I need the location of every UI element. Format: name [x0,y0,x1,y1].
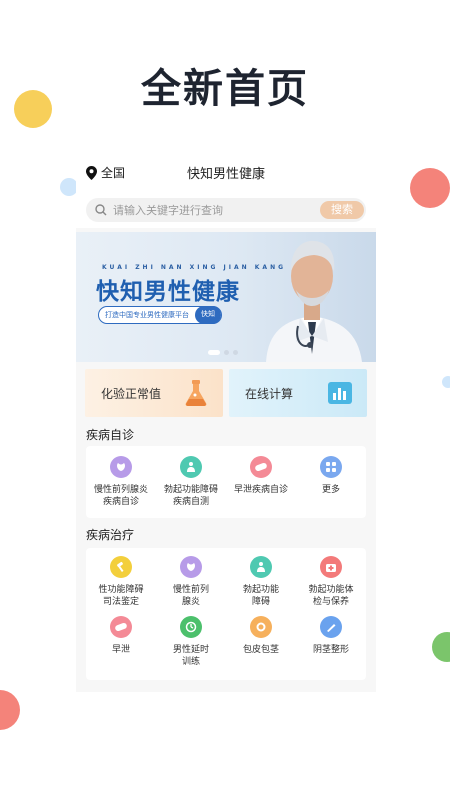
page-headline: 全新首页 [141,66,309,112]
treat-delay-training[interactable]: 男性延时 训练 [156,616,226,668]
treatment-card: 性功能障碍 司法鉴定 慢性前列 腺炎 勃起功能 障碍 勃起功能体 检与保养 早泄… [86,548,366,680]
self-diag-pe[interactable]: 早泄疾病自诊 [226,456,296,496]
treat-prostatitis[interactable]: 慢性前列 腺炎 [156,556,226,608]
gland-icon [180,556,202,578]
timer-icon [180,616,202,638]
flask-icon [185,380,207,406]
grid-label: 勃起功能 障碍 [242,585,279,607]
grid-label: 慢性前列腺炎 疾病自诊 [93,485,148,507]
treatment-title: 疾病治疗 [86,528,135,542]
search-bar: 搜索 [76,192,376,228]
gland-icon [110,456,132,478]
search-input[interactable] [113,203,303,217]
treat-ed[interactable]: 勃起功能 障碍 [226,556,296,608]
banner-tagline: 打造中国专业男性健康平台 快知 [98,306,222,324]
grid-label: 男性延时 训练 [172,645,209,667]
chart-icon [328,382,352,404]
grid-label: 早泄疾病自诊 [233,485,288,495]
search-icon [95,204,107,216]
grid-label: 早泄 [111,645,130,655]
grid-label: 性功能障碍 司法鉴定 [98,585,144,607]
pill-icon [110,616,132,638]
grid-label: 阴茎整形 [312,645,349,655]
decor-dot-coral-bottom [0,690,20,730]
treat-pe[interactable]: 早泄 [86,616,156,656]
ring-icon [250,616,272,638]
search-box[interactable]: 搜索 [86,198,366,222]
app-title: 快知男性健康 [186,167,265,182]
self-diag-more[interactable]: 更多 [296,456,366,496]
quick-link-online-calc[interactable]: 在线计算 [229,369,367,417]
medkit-icon [320,556,342,578]
pill-icon [250,456,272,478]
grid-more-icon [320,456,342,478]
decor-dot-lightblue-right [442,376,450,388]
grid-label: 包皮包茎 [242,645,279,655]
treat-phimosis[interactable]: 包皮包茎 [226,616,296,656]
grid-label: 勃起功能障碍 疾病自测 [163,485,218,507]
body-icon [180,456,202,478]
banner-tagline-text: 打造中国专业男性健康平台 [105,311,189,319]
promo-banner[interactable]: KUAI ZHI NAN XING JIAN KANG 快知男性健康 打造中国专… [76,232,376,362]
grid-label: 更多 [321,485,340,495]
quick-link-label: 化验正常值 [101,387,162,401]
decor-dot-coral-top [410,168,450,208]
treat-checkup[interactable]: 勃起功能体 检与保养 [296,556,366,608]
treat-forensic[interactable]: 性功能障碍 司法鉴定 [86,556,156,608]
banner-title: 快知男性健康 [96,279,240,305]
self-diagnosis-title: 疾病自诊 [86,428,135,442]
search-button[interactable]: 搜索 [320,201,364,219]
body-icon [250,556,272,578]
scalpel-icon [320,616,342,638]
app-screen: 全国 快知男性健康 搜索 KUAI ZHI NAN XING JIAN KANG… [76,152,376,692]
grid-label: 勃起功能体 检与保养 [308,585,354,607]
quick-link-label: 在线计算 [245,387,294,401]
self-diagnosis-card: 慢性前列腺炎 疾病自诊 勃起功能障碍 疾病自测 早泄疾病自诊 更多 [86,446,366,518]
self-diag-prostatitis[interactable]: 慢性前列腺炎 疾病自诊 [86,456,156,508]
top-bar: 全国 快知男性健康 [76,152,376,192]
banner-pagination [208,350,238,355]
gavel-icon [110,556,132,578]
doctor-photo [266,240,362,362]
decor-dot-green [432,632,450,662]
grid-label: 慢性前列 腺炎 [172,585,209,607]
quick-link-lab-values[interactable]: 化验正常值 [85,369,223,417]
treat-plastic-surgery[interactable]: 阴茎整形 [296,616,366,656]
banner-logo: 快知 [195,306,221,324]
self-diag-ed[interactable]: 勃起功能障碍 疾病自测 [156,456,226,508]
